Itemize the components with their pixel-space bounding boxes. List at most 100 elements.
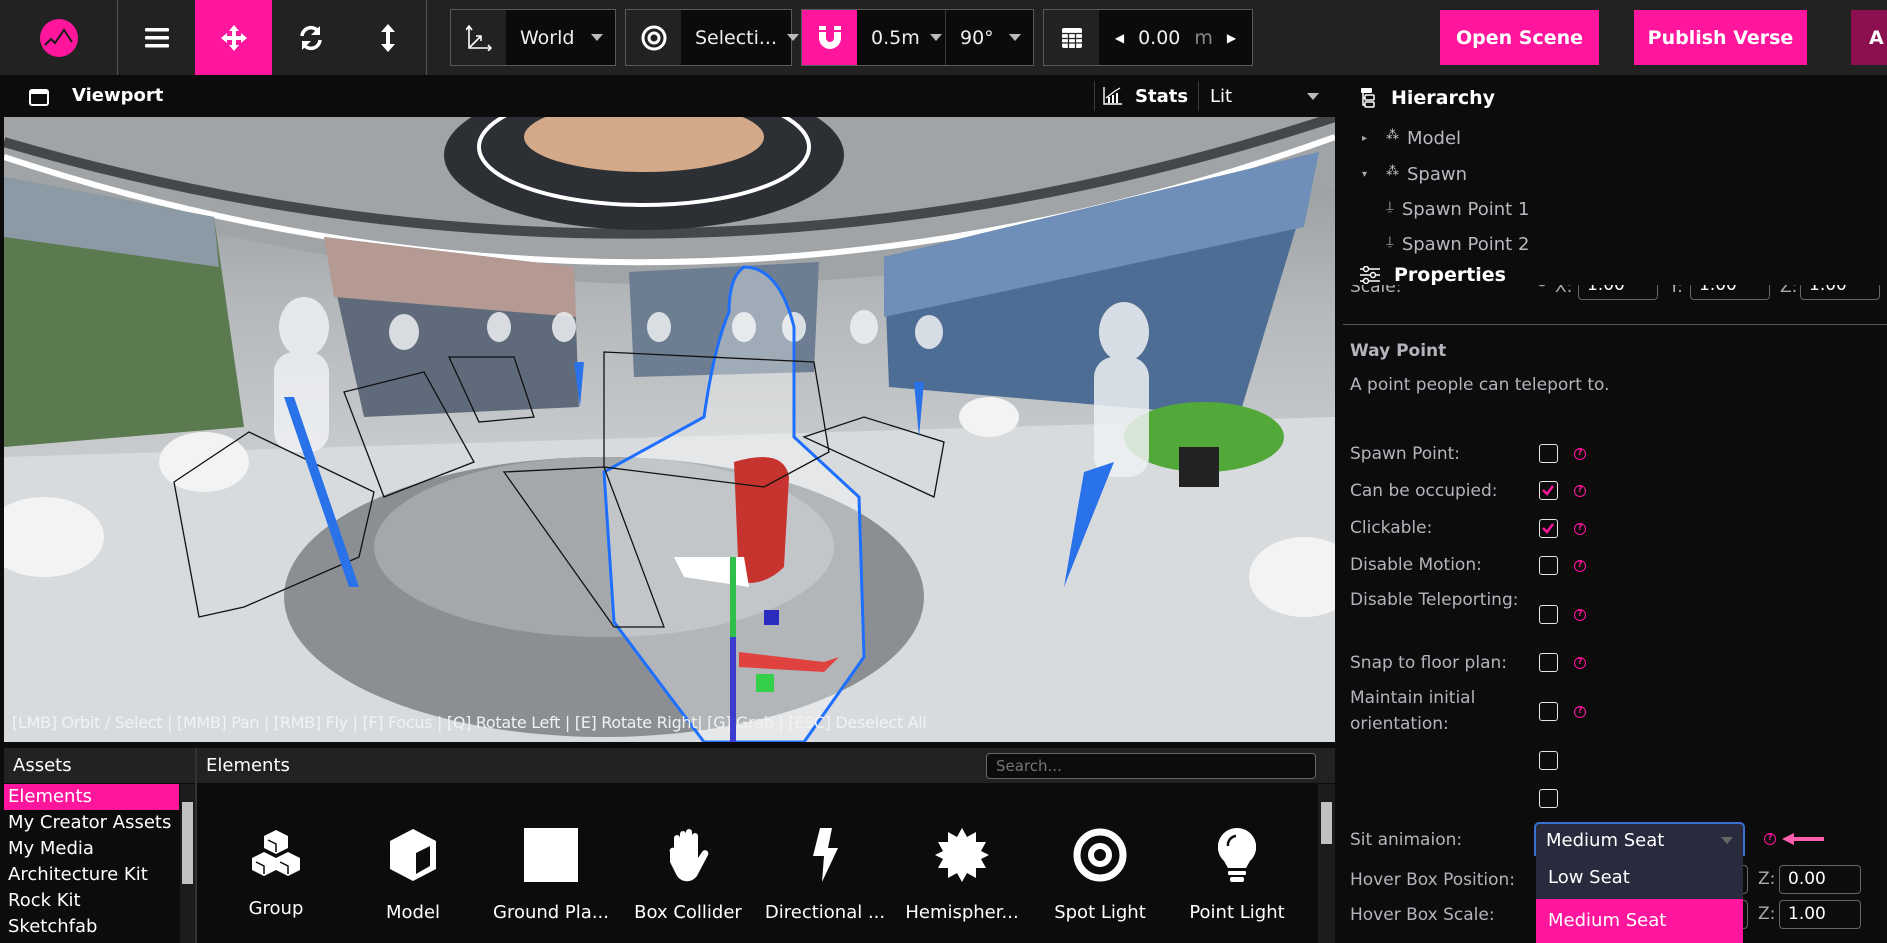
- can-be-occupied-checkbox[interactable]: [1539, 481, 1558, 500]
- viewport-canvas[interactable]: [LMB] Orbit / Select | [MMB] Pan | [RMB]…: [4, 117, 1335, 742]
- z-label: Z:: [1758, 869, 1776, 889]
- asset-category-my-media[interactable]: My Media: [4, 836, 179, 862]
- sit-animation-select[interactable]: Medium Seat: [1534, 822, 1745, 856]
- assets-scrollbar[interactable]: [180, 784, 195, 943]
- app-logo[interactable]: [0, 0, 117, 75]
- unlabeled-checkbox-1[interactable]: [1539, 751, 1558, 770]
- stats-button[interactable]: Stats: [1103, 82, 1188, 110]
- hierarchy-title: Hierarchy: [1391, 87, 1496, 109]
- disable-motion-checkbox[interactable]: [1539, 556, 1558, 575]
- sit-animation-label: Sit animaion:: [1350, 830, 1463, 850]
- element-tile-box-collider[interactable]: Box Collider: [623, 828, 753, 923]
- clickable-checkbox[interactable]: [1539, 519, 1558, 538]
- grid-toggle-button[interactable]: [1044, 10, 1099, 65]
- disable-teleporting-checkbox[interactable]: [1539, 605, 1558, 624]
- help-icon[interactable]: ?: [1574, 523, 1586, 535]
- asset-category-rock-kit[interactable]: Rock Kit: [4, 888, 179, 914]
- spawn-person-icon: ⍊: [1386, 199, 1394, 214]
- element-label: Directional ...: [764, 902, 886, 923]
- rotate-snap-value: 90°: [960, 26, 994, 49]
- help-icon[interactable]: ?: [1574, 657, 1586, 669]
- collapse-arrow-icon[interactable]: ▾: [1362, 169, 1380, 180]
- element-tile-ground-plane[interactable]: Ground Pla...: [486, 828, 616, 923]
- increment-arrow-icon[interactable]: ▶: [1227, 31, 1236, 45]
- assets-panel: Assets Elements My Creator Assets My Med…: [4, 748, 195, 943]
- grid-group: ◀ 0.00 m ▶: [1043, 9, 1253, 66]
- account-button[interactable]: A: [1851, 10, 1887, 65]
- pivot-select[interactable]: Selecti...: [625, 9, 800, 66]
- space-select[interactable]: World: [450, 9, 616, 66]
- menu-button[interactable]: [118, 0, 195, 75]
- pivot-select-value[interactable]: Selecti...: [681, 10, 800, 65]
- help-icon[interactable]: ?: [1574, 485, 1586, 497]
- element-tile-group[interactable]: Group: [211, 828, 341, 919]
- scale-tool-button[interactable]: [350, 0, 425, 75]
- move-tool-button[interactable]: [195, 0, 272, 75]
- decrement-arrow-icon[interactable]: ◀: [1115, 31, 1124, 45]
- grid-stepper[interactable]: ◀ 0.00 m ▶: [1099, 10, 1252, 65]
- tree-item-model[interactable]: ▸ ⁂ Model: [1362, 128, 1461, 149]
- divider: [426, 0, 427, 75]
- snap-group: 0.5m 90°: [801, 9, 1034, 66]
- chevron-down-icon: [1307, 92, 1319, 100]
- asset-category-elements[interactable]: Elements: [4, 784, 179, 810]
- vertical-arrows-icon: [380, 23, 395, 52]
- element-tile-model[interactable]: Model: [348, 828, 478, 923]
- x-label: X:: [1555, 285, 1573, 297]
- viewport-header: Viewport Stats Lit: [0, 75, 1335, 117]
- tree-item-spawn-point-2[interactable]: ⍊ Spawn Point 2: [1386, 234, 1529, 255]
- rotate-snap-select[interactable]: 90°: [945, 10, 1033, 65]
- target-icon: [1073, 828, 1127, 882]
- scrollbar-thumb[interactable]: [1321, 802, 1332, 844]
- move-arrows-icon: [220, 24, 247, 51]
- pivot-value: Selecti...: [695, 26, 778, 49]
- render-mode-select[interactable]: Lit: [1198, 81, 1323, 111]
- scrollbar-thumb[interactable]: [182, 802, 193, 884]
- snap-toggle-button[interactable]: [802, 10, 857, 65]
- tree-item-spawn-point-1[interactable]: ⍊ Spawn Point 1: [1386, 199, 1529, 220]
- elements-search-input[interactable]: [986, 753, 1316, 779]
- maintain-orientation-checkbox[interactable]: [1539, 702, 1558, 721]
- elements-scrollbar[interactable]: [1318, 784, 1335, 943]
- element-tile-directional-light[interactable]: Directional ...: [760, 828, 890, 923]
- spawn-point-checkbox[interactable]: [1539, 444, 1558, 463]
- asset-category-my-creator-assets[interactable]: My Creator Assets: [4, 810, 179, 836]
- stats-label: Stats: [1135, 85, 1189, 107]
- check-icon: [1542, 523, 1554, 534]
- chevron-down-icon: [1009, 34, 1021, 41]
- option-medium-seat[interactable]: Medium Seat: [1536, 899, 1743, 943]
- unlabeled-checkbox-2[interactable]: [1539, 789, 1558, 808]
- link-icon[interactable]: ⚭: [1536, 285, 1548, 293]
- element-tile-point-light[interactable]: Point Light: [1172, 828, 1302, 923]
- section-description: A point people can teleport to.: [1350, 375, 1610, 395]
- hover-box-position-z-input[interactable]: 0.00: [1779, 865, 1861, 894]
- help-icon[interactable]: ?: [1574, 560, 1586, 572]
- asset-category-sketchfab[interactable]: Sketchfab: [4, 914, 179, 940]
- asset-category-architecture-kit[interactable]: Architecture Kit: [4, 862, 179, 888]
- element-tile-hemisphere-light[interactable]: Hemispher...: [897, 828, 1027, 923]
- mountain-logo-icon: [39, 18, 78, 57]
- publish-verse-button[interactable]: Publish Verse: [1634, 10, 1807, 65]
- open-scene-button[interactable]: Open Scene: [1440, 10, 1599, 65]
- help-icon[interactable]: ?: [1764, 833, 1776, 845]
- elements-panel: Elements Group Model Ground Pla... Box C…: [197, 748, 1335, 943]
- scale-x-input[interactable]: 1.00: [1578, 285, 1658, 300]
- translate-snap-select[interactable]: 0.5m: [857, 10, 945, 65]
- rotate-tool-button[interactable]: [272, 0, 350, 75]
- help-icon[interactable]: ?: [1574, 448, 1586, 460]
- tree-item-spawn[interactable]: ▾ ⁂ Spawn: [1362, 164, 1467, 185]
- square-icon: [524, 828, 578, 882]
- expand-arrow-icon[interactable]: ▸: [1362, 133, 1380, 144]
- sit-animation-options: Low Seat Medium Seat: [1536, 856, 1743, 943]
- space-select-value[interactable]: World: [506, 10, 615, 65]
- help-icon[interactable]: ?: [1574, 706, 1586, 718]
- option-low-seat[interactable]: Low Seat: [1536, 856, 1743, 899]
- scale-y-input[interactable]: 1.00: [1690, 285, 1770, 300]
- lightbulb-icon: [1218, 828, 1256, 882]
- element-tile-spot-light[interactable]: Spot Light: [1035, 828, 1165, 923]
- help-icon[interactable]: ?: [1574, 609, 1586, 621]
- scale-row: Scale: ⚭ X: 1.00 Y: 1.00 Z: 1.00: [1340, 285, 1887, 305]
- scale-z-input[interactable]: 1.00: [1800, 285, 1880, 300]
- hover-box-scale-z-input[interactable]: 1.00: [1779, 900, 1861, 929]
- snap-to-floor-plan-checkbox[interactable]: [1539, 653, 1558, 672]
